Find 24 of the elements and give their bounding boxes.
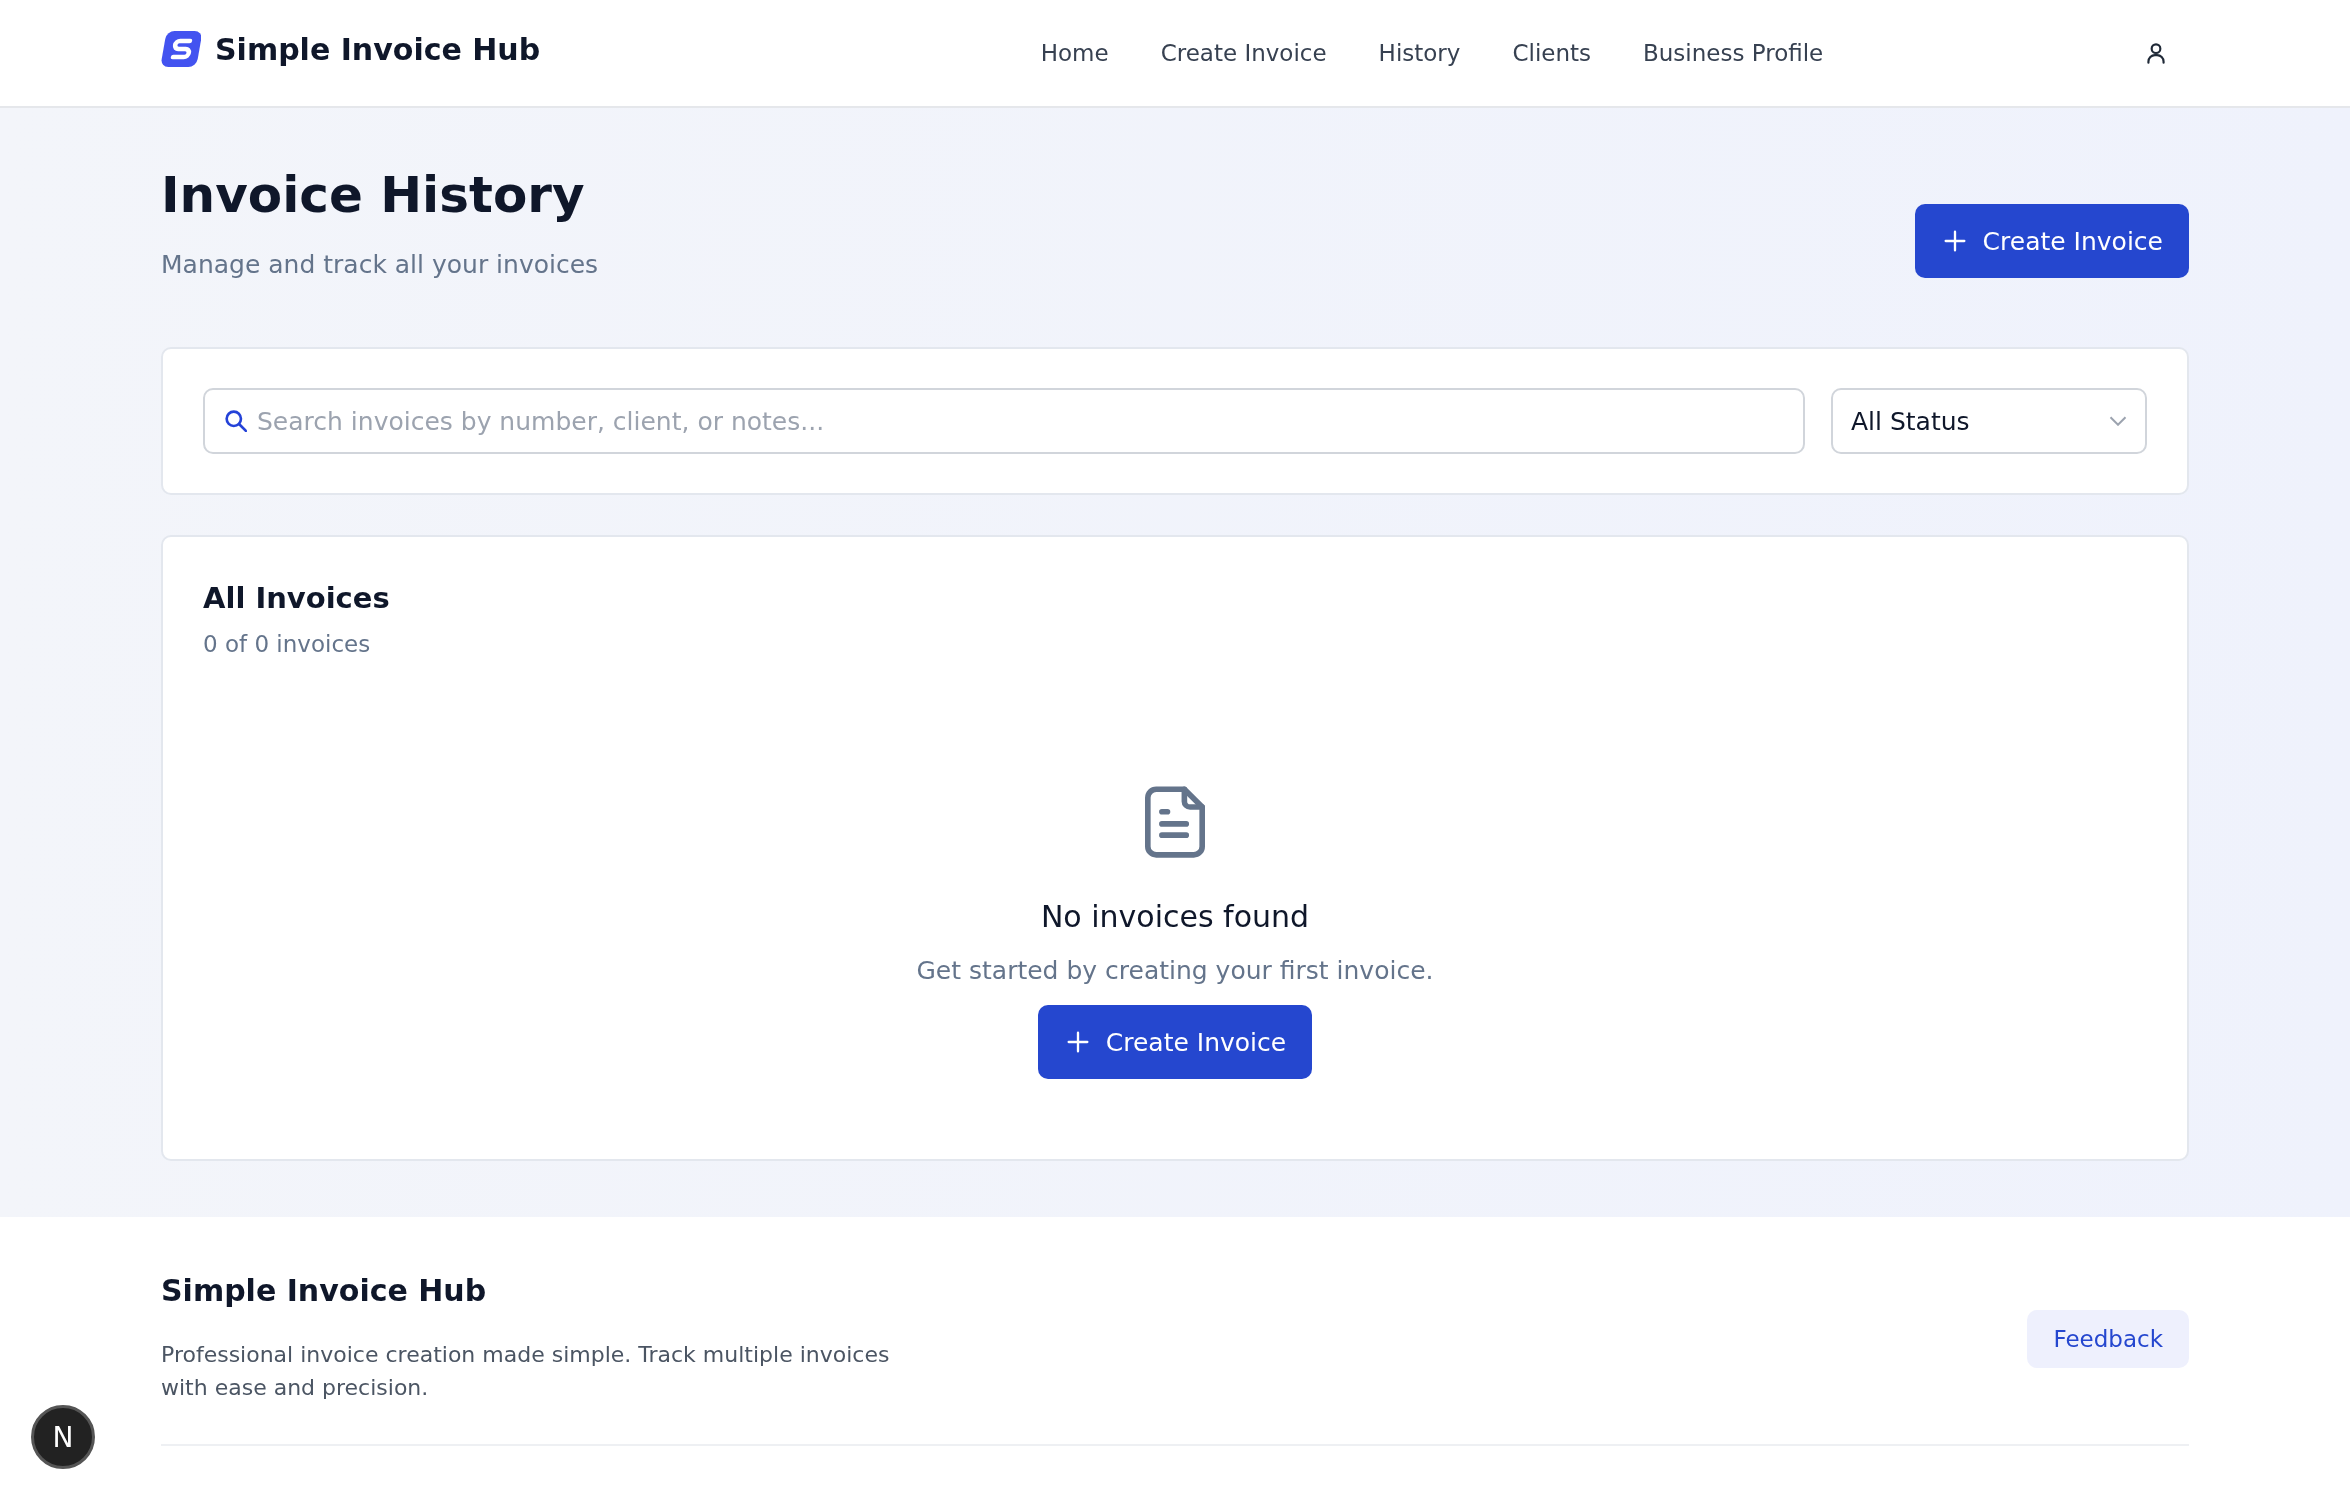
create-invoice-button[interactable]: Create Invoice [1037,1005,1313,1079]
search-field[interactable]: Search invoices by number, client, or notes... [203,388,1805,454]
nav-link[interactable]: Clients [1512,40,1591,66]
brand-name: Simple Invoice Hub [215,31,541,67]
nav-link[interactable]: Business Profile [1643,40,1824,66]
nav-link[interactable]: Create Invoice [1160,40,1327,66]
logo-icon [161,29,201,69]
empty-message: Get started by creating your first invoice. [916,956,1434,985]
nav-link[interactable]: History [1378,40,1461,66]
document-icon [1145,785,1205,859]
invoice-count: 0 of 0 invoices [203,631,372,657]
status-dropdown[interactable]: All Status [1831,388,2147,454]
nav-link[interactable]: Home [1040,40,1109,66]
feedback-button[interactable]: Feedback [2027,1309,2189,1368]
dev-badge[interactable]: N [31,1405,95,1469]
search-icon [225,410,247,432]
empty-title: No invoices found [1040,899,1310,934]
page-subtitle: Manage and track all your invoices [161,250,599,279]
chevron-down-icon [2109,416,2127,426]
footer-brand: Simple Invoice Hub [161,1273,488,1308]
footer-description: Professional invoice creation made simple. Track multiple invoices with ease and precision. [161,1341,891,1402]
section-title: All Invoices [203,581,391,615]
create-invoice-button[interactable]: Create Invoice [1914,204,2189,278]
page-title: Invoice History [161,166,586,224]
